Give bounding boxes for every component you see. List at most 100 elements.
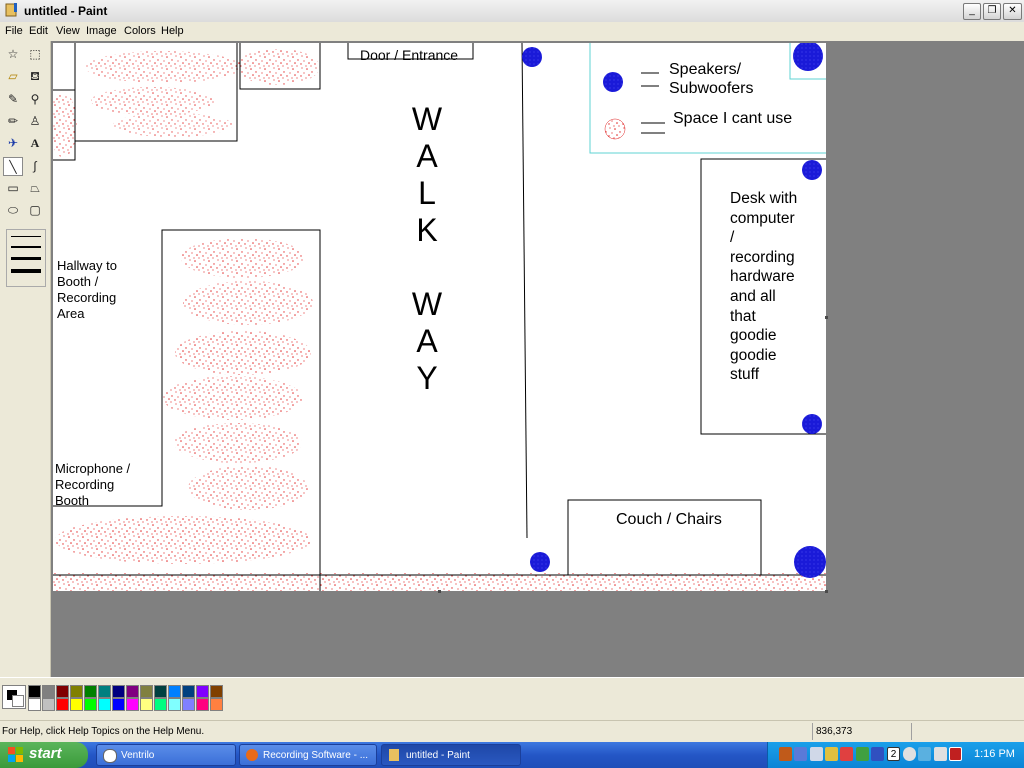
speaker-dot bbox=[802, 414, 822, 434]
firefox-icon bbox=[246, 749, 258, 761]
palette-swatch[interactable] bbox=[56, 685, 69, 698]
ellipse-tool-icon[interactable]: ⬭ bbox=[3, 201, 23, 220]
tray-steam-icon[interactable] bbox=[779, 747, 792, 761]
polygon-tool-icon[interactable]: ⏢ bbox=[25, 179, 45, 198]
close-button[interactable]: ✕ bbox=[1003, 3, 1022, 20]
airbrush-tool-icon[interactable]: ✈ bbox=[3, 134, 23, 153]
legend-unusable-label: Space I cant use bbox=[673, 110, 793, 127]
palette-swatch[interactable] bbox=[28, 685, 41, 698]
menu-edit[interactable]: Edit bbox=[29, 25, 48, 37]
walkway-letter: Y bbox=[416, 360, 438, 396]
fill-tool-icon[interactable]: ⛾ bbox=[25, 67, 45, 86]
menu-view[interactable]: View bbox=[56, 25, 80, 37]
magnifier-tool-icon[interactable]: ⚲ bbox=[25, 90, 45, 109]
palette-swatch[interactable] bbox=[112, 685, 125, 698]
canvas-resize-handle-bottom[interactable] bbox=[438, 590, 441, 593]
palette-swatch[interactable] bbox=[84, 698, 97, 711]
tray-sync-icon[interactable] bbox=[918, 747, 931, 761]
system-tray: 2 1:16 PM bbox=[767, 742, 1024, 768]
ventrilo-icon bbox=[103, 749, 117, 763]
rounded-rect-tool-icon[interactable]: ▢ bbox=[25, 201, 45, 220]
tray-monitor-icon[interactable] bbox=[810, 747, 823, 761]
walkway-letter: A bbox=[416, 323, 438, 359]
eraser-tool-icon[interactable]: ▱ bbox=[3, 67, 23, 86]
palette-swatch[interactable] bbox=[168, 698, 181, 711]
booth-label: Microphone / Recording Booth bbox=[55, 461, 131, 508]
start-button[interactable]: start bbox=[0, 742, 88, 768]
color-picker-tool-icon[interactable]: ✎ bbox=[3, 90, 23, 109]
restore-button[interactable]: ❐ bbox=[983, 3, 1001, 20]
legend-speaker-dot bbox=[603, 72, 623, 92]
curve-tool-icon[interactable]: ∫ bbox=[25, 157, 45, 176]
speaker-dot bbox=[522, 47, 542, 67]
line-width-selector[interactable] bbox=[6, 229, 46, 287]
tray-badge-icon[interactable]: 2 bbox=[887, 747, 900, 761]
line-width-1[interactable] bbox=[11, 236, 41, 237]
menu-bar: File Edit View Image Colors Help bbox=[0, 22, 1024, 42]
taskbar-item-paint[interactable]: untitled - Paint bbox=[381, 744, 521, 766]
tray-clock-app-icon[interactable] bbox=[903, 747, 916, 761]
pencil-tool-icon[interactable]: ✏ bbox=[3, 112, 23, 131]
tray-alert-icon[interactable] bbox=[949, 747, 962, 761]
taskbar-item-recording-software[interactable]: Recording Software - ... bbox=[239, 744, 377, 766]
cursor-coordinates: 836,373 bbox=[816, 726, 853, 737]
palette-swatch[interactable] bbox=[196, 685, 209, 698]
palette-swatch[interactable] bbox=[70, 685, 83, 698]
line-width-2[interactable] bbox=[11, 246, 41, 248]
palette-swatch[interactable] bbox=[140, 698, 153, 711]
tray-antivirus-icon[interactable] bbox=[871, 747, 884, 761]
tray-speaker-icon[interactable] bbox=[934, 747, 947, 761]
canvas-resize-handle-corner[interactable] bbox=[825, 590, 828, 593]
palette-swatch[interactable] bbox=[98, 698, 111, 711]
tray-network-icon[interactable] bbox=[794, 747, 807, 761]
door-label: Door / Entrance bbox=[360, 47, 459, 63]
palette-swatch[interactable] bbox=[154, 698, 167, 711]
line-width-3[interactable] bbox=[11, 257, 41, 260]
current-colors-indicator[interactable] bbox=[2, 685, 26, 709]
free-select-tool-icon[interactable]: ☆ bbox=[3, 45, 23, 64]
brush-tool-icon[interactable]: ♙ bbox=[25, 112, 45, 131]
palette-swatch[interactable] bbox=[56, 698, 69, 711]
text-tool-icon[interactable]: A bbox=[25, 134, 45, 153]
palette-swatch[interactable] bbox=[42, 685, 55, 698]
palette-swatch[interactable] bbox=[126, 685, 139, 698]
palette-swatch[interactable] bbox=[84, 685, 97, 698]
tray-app-icon[interactable] bbox=[856, 747, 869, 761]
speaker-dot bbox=[802, 160, 822, 180]
palette-swatch[interactable] bbox=[182, 698, 195, 711]
canvas-resize-handle-right[interactable] bbox=[825, 316, 828, 319]
window-title: untitled - Paint bbox=[24, 4, 108, 18]
palette-swatch[interactable] bbox=[182, 685, 195, 698]
tray-shield-icon[interactable] bbox=[840, 747, 853, 761]
walkway-letter bbox=[405, 249, 449, 286]
palette-swatch[interactable] bbox=[126, 698, 139, 711]
palette-swatch[interactable] bbox=[210, 685, 223, 698]
line-width-4[interactable] bbox=[11, 269, 41, 273]
palette-swatch[interactable] bbox=[28, 698, 41, 711]
palette-swatch[interactable] bbox=[168, 685, 181, 698]
desk-label: Desk with computer / recording hardware … bbox=[730, 190, 798, 384]
drawing-canvas[interactable]: Door / Entrance WALK WAY Speakers/ Subwo… bbox=[53, 43, 826, 591]
palette-swatch[interactable] bbox=[196, 698, 209, 711]
palette-swatch[interactable] bbox=[112, 698, 125, 711]
line-tool-icon[interactable]: ╲ bbox=[3, 157, 23, 176]
rect-select-tool-icon[interactable]: ⬚ bbox=[25, 45, 45, 64]
taskbar-item-ventrilo[interactable]: Ventrilo bbox=[96, 744, 236, 766]
paint-app-icon bbox=[5, 3, 19, 18]
menu-file[interactable]: File bbox=[5, 25, 23, 37]
palette-swatch[interactable] bbox=[70, 698, 83, 711]
rectangle-tool-icon[interactable]: ▭ bbox=[3, 179, 23, 198]
palette-swatch[interactable] bbox=[42, 698, 55, 711]
palette-swatch[interactable] bbox=[154, 685, 167, 698]
palette-swatch[interactable] bbox=[98, 685, 111, 698]
palette-swatch[interactable] bbox=[210, 698, 223, 711]
menu-help[interactable]: Help bbox=[161, 25, 184, 37]
walkway-letter: W bbox=[411, 286, 443, 322]
menu-image[interactable]: Image bbox=[86, 25, 117, 37]
palette-swatch[interactable] bbox=[140, 685, 153, 698]
minimize-button[interactable]: _ bbox=[963, 3, 981, 20]
menu-colors[interactable]: Colors bbox=[124, 25, 156, 37]
background-color bbox=[12, 695, 24, 707]
speaker-dot bbox=[794, 546, 826, 578]
tray-volume-icon[interactable] bbox=[825, 747, 838, 761]
